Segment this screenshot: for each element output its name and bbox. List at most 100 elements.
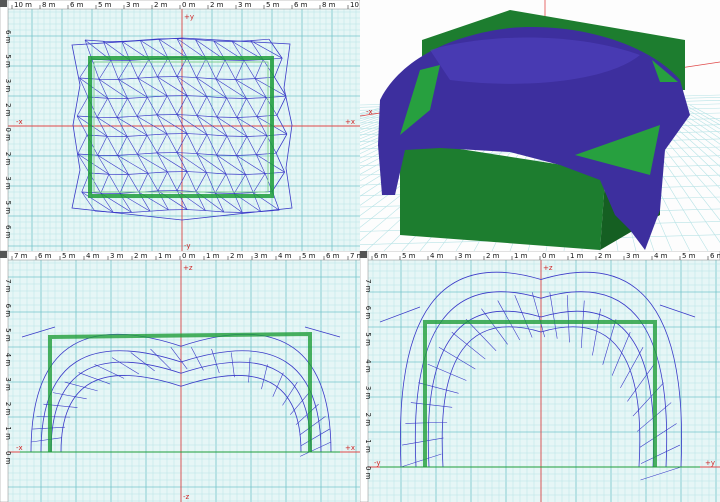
ruler-label: 6 m: [294, 1, 308, 9]
ruler-label: 8 m: [42, 1, 56, 9]
ruler-label: 6 m: [364, 306, 372, 320]
wire-edge: [167, 171, 178, 191]
ruler-label: 7 m: [14, 252, 28, 260]
wire-edge: [176, 76, 207, 97]
wire-edge: [248, 357, 251, 383]
ruler-label: 5 m: [266, 1, 280, 9]
ruler-label: 10: [350, 1, 359, 9]
base-outline: [88, 56, 274, 198]
wire-edge: [186, 95, 198, 116]
wire-edge: [94, 364, 125, 379]
wire-edge: [295, 403, 319, 425]
ruler-label: 0 m: [4, 451, 12, 465]
wire-edge: [195, 172, 207, 192]
wire-edge: [640, 466, 682, 481]
wire-edge: [30, 437, 62, 443]
wire-edge: [97, 155, 110, 175]
ruler-label: 6 m: [38, 252, 52, 260]
ruler-label: 4 m: [4, 353, 12, 367]
ruler-label: 1 m: [206, 252, 220, 260]
ruler-label: 5 m: [98, 1, 112, 9]
wire-edge: [272, 172, 285, 192]
ruler-label: 6 m: [326, 252, 340, 260]
wire-edge: [150, 348, 172, 370]
top-view-canvas[interactable]: 10 m 8 m 6 m 5 m 3 m 2 m 0 m 2 m 3 m 5 m 6 m 8 m 10 6…: [0, 0, 360, 251]
wire-edge: [176, 114, 208, 135]
ruler-label: 5 m: [364, 332, 372, 346]
grid: [0, 0, 360, 251]
ruler-label: 2 m: [210, 1, 224, 9]
axis-label-neg-z: -z: [183, 493, 190, 501]
viewport-corner-handle[interactable]: [360, 251, 367, 258]
axis-label-neg-y: -y: [184, 242, 191, 250]
ruler-label: 5 m: [302, 252, 316, 260]
ruler-label: 2 m: [4, 152, 12, 166]
wire-edge: [176, 190, 206, 211]
side-view-canvas[interactable]: 6 m 5 m 4 m 3 m 2 m 1 m 0 m 1 m 2 m 3 m 4 m 5 m 6 m 7…: [360, 251, 720, 502]
wire-edge: [235, 60, 245, 80]
viewport-corner-handle[interactable]: [0, 0, 7, 7]
wire-edge: [52, 392, 87, 400]
wire-edge: [224, 59, 236, 80]
front-viewport[interactable]: 7 m 6 m 5 m 4 m 3 m 2 m 1 m 0 m 1 m 2 m 3 m 4 m 5 m 6…: [0, 251, 360, 502]
wire-edge: [300, 428, 330, 446]
ruler-label: 6 m: [710, 252, 720, 260]
viewport-corner-handle[interactable]: [0, 251, 7, 258]
axis-label-pos-y: +y: [705, 459, 715, 467]
ruler-label: 5 m: [62, 252, 76, 260]
wire-edge: [156, 95, 168, 116]
axis-label-neg-x: -x: [366, 108, 373, 116]
ruler-label: 3 m: [126, 1, 140, 9]
wire-edge: [111, 357, 140, 375]
ruler-label: 3 m: [110, 252, 124, 260]
wire-edge: [76, 96, 89, 117]
wire-edge: [252, 173, 266, 193]
axis-label-pos-z: +z: [543, 264, 553, 272]
wire-flaps: [379, 304, 696, 323]
ruler-label: 2 m: [364, 413, 372, 427]
wire-edge: [196, 77, 208, 97]
ruler-label: 2 m: [154, 1, 168, 9]
ruler-label: 1 m: [570, 252, 584, 260]
axis-label-pos-z: +z: [183, 264, 193, 272]
wire-edge: [514, 294, 533, 338]
ruler-label: 5 m: [402, 252, 416, 260]
wire-edge: [110, 60, 119, 80]
ruler-label: 2 m: [134, 252, 148, 260]
perspective-viewport[interactable]: -x: [360, 0, 720, 251]
ruler-label: 6 m: [4, 30, 12, 44]
ruler-label: 6 m: [374, 252, 388, 260]
axis-label-pos-x: +x: [345, 118, 355, 126]
ruler-label: 3 m: [4, 176, 12, 190]
ruler-label: 3 m: [4, 79, 12, 93]
ruler-label: 3 m: [238, 1, 252, 9]
wire-edge: [276, 96, 287, 116]
perspective-view-canvas[interactable]: -x: [360, 0, 720, 251]
wire-edge: [190, 347, 204, 371]
wire-edge: [157, 190, 188, 210]
axis-label-pos-x: +x: [345, 444, 355, 452]
ruler-label: 0 m: [364, 466, 372, 480]
axis-label-neg-x: -x: [16, 444, 23, 452]
wire-edge: [97, 136, 108, 156]
wire-edge: [299, 416, 326, 436]
ruler-label: 2 m: [598, 252, 612, 260]
side-viewport[interactable]: 6 m 5 m 4 m 3 m 2 m 1 m 0 m 1 m 2 m 3 m 4 m 5 m 6 m 7…: [360, 251, 720, 502]
top-viewport[interactable]: 10 m 8 m 6 m 5 m 3 m 2 m 0 m 2 m 3 m 5 m 6 m 8 m 10 6…: [0, 0, 360, 251]
wire-edge: [157, 57, 169, 78]
ruler-label: 4 m: [86, 252, 100, 260]
ruler-label: 2 m: [230, 252, 244, 260]
wire-edge: [245, 174, 254, 193]
wire-edge: [170, 347, 188, 370]
front-view-canvas[interactable]: 7 m 6 m 5 m 4 m 3 m 2 m 1 m 0 m 1 m 2 m 3 m 4 m 5 m 6…: [0, 251, 360, 502]
wire-edge: [195, 39, 207, 59]
ruler-label: 5 m: [682, 252, 696, 260]
wire-edge: [300, 441, 332, 457]
wire-edge: [196, 115, 208, 135]
wire-edge: [196, 153, 227, 175]
wire-edge: [98, 60, 112, 80]
ruler-label: 3 m: [458, 252, 472, 260]
ruler-label: 2 m: [486, 252, 500, 260]
wire-edge: [97, 155, 129, 175]
wire-edge: [215, 59, 226, 80]
